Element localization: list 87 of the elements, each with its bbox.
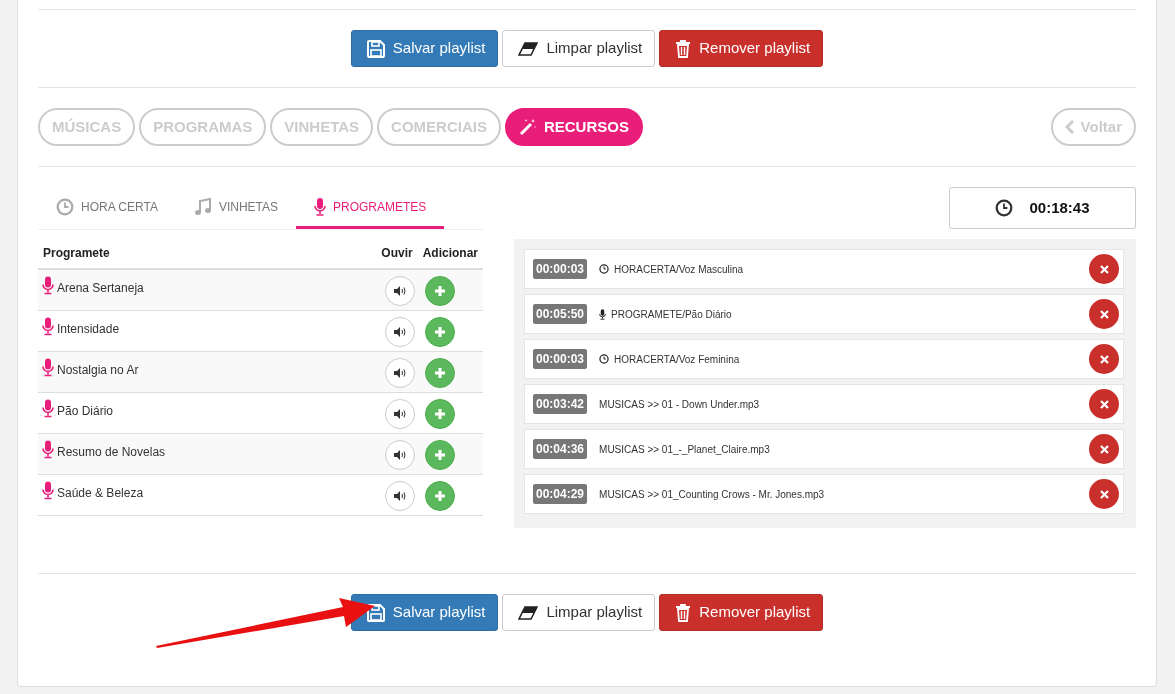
play-sound-button[interactable]: [385, 481, 415, 511]
track-name: HORACERTA/Voz Masculina: [614, 262, 744, 277]
magic-wand-icon: [518, 118, 537, 136]
play-sound-button[interactable]: [385, 440, 415, 470]
clear-playlist-button[interactable]: Limpar playlist: [502, 30, 656, 67]
plus-icon: [434, 490, 446, 502]
play-sound-button[interactable]: [385, 276, 415, 306]
delete-button[interactable]: [1089, 299, 1119, 329]
plus-icon: [434, 449, 446, 461]
remove-playlist-button[interactable]: Remover playlist: [659, 30, 824, 67]
column-header: Adicionar: [422, 245, 478, 262]
duration-badge: 00:00:03: [533, 349, 588, 369]
microphone-icon: [42, 481, 54, 500]
microphone-icon: [599, 308, 607, 320]
track-name: PROGRAMETE/Pão Diário: [611, 307, 732, 322]
add-button[interactable]: [425, 358, 455, 388]
remove-playlist-button[interactable]: Remover playlist: [659, 594, 824, 631]
duration-badge: 00:04:29: [533, 484, 588, 504]
speaker-icon: [394, 409, 406, 419]
speaker-icon: [394, 286, 406, 296]
play-sound-button[interactable]: [385, 399, 415, 429]
add-button[interactable]: [425, 440, 455, 470]
speaker-icon: [394, 368, 406, 378]
table-cell-text: Arena Sertaneja: [57, 280, 145, 297]
plus-icon: [434, 285, 446, 297]
duration-badge: 00:03:42: [533, 394, 588, 414]
speaker-icon: [394, 491, 406, 501]
microphone-icon: [42, 317, 54, 336]
duration-badge: 00:00:03: [533, 259, 588, 279]
clock-icon: [995, 199, 1014, 217]
clear-playlist-button[interactable]: Limpar playlist: [502, 594, 656, 631]
speaker-icon: [394, 327, 406, 337]
delete-button[interactable]: [1089, 434, 1119, 464]
delete-button[interactable]: [1089, 479, 1119, 509]
clock-icon: [599, 264, 610, 274]
clock-icon: [56, 197, 74, 216]
save-playlist-button[interactable]: Salvar playlist: [350, 30, 499, 67]
microphone-icon: [42, 440, 54, 459]
microphone-icon: [42, 399, 54, 418]
play-sound-button[interactable]: [385, 317, 415, 347]
track-name: MUSICAS >> 01_Counting Crows - Mr. Jones.mp3: [599, 487, 825, 502]
microphone-icon: [42, 276, 54, 295]
track-name: MUSICAS >> 01 - Down Under.mp3: [599, 397, 760, 412]
close-icon: [1099, 354, 1109, 364]
add-button[interactable]: [425, 276, 455, 306]
plus-icon: [434, 408, 446, 420]
duration-badge: 00:04:36: [533, 439, 588, 459]
column-header: Ouvir: [381, 245, 413, 262]
close-icon: [1099, 399, 1109, 409]
track-name: MUSICAS >> 01_-_Planet_Claire.mp3: [599, 442, 770, 457]
save-playlist-button[interactable]: Salvar playlist: [350, 594, 499, 631]
plus-icon: [434, 367, 446, 379]
add-button[interactable]: [425, 481, 455, 511]
clock-icon: [599, 354, 610, 364]
sub-tab[interactable]: HORA CERTA: [38, 187, 176, 229]
table-cell-text: Nostalgia no Ar: [57, 362, 140, 379]
track-name: HORACERTA/Voz Feminina: [614, 352, 740, 367]
close-icon: [1099, 264, 1109, 274]
plus-icon: [434, 326, 446, 338]
add-button[interactable]: [425, 317, 455, 347]
column-header: Programete: [43, 245, 111, 262]
microphone-icon: [42, 358, 54, 377]
table-cell-text: Resumo de Novelas: [57, 444, 167, 461]
sub-tab[interactable]: PROGRAMETES: [296, 187, 445, 229]
eraser-icon: [518, 605, 539, 620]
chevron-left-icon: [1064, 120, 1075, 134]
microphone-icon: [314, 197, 327, 216]
table-cell-text: Intensidade: [57, 321, 121, 338]
duration-badge: 00:05:50: [533, 304, 588, 324]
close-icon: [1099, 489, 1109, 499]
total-time: 00:18:43: [1029, 197, 1090, 218]
eraser-icon: [518, 41, 539, 56]
speaker-icon: [394, 450, 406, 460]
close-icon: [1099, 309, 1109, 319]
play-sound-button[interactable]: [385, 358, 415, 388]
sub-tab[interactable]: VINHETAS: [175, 187, 297, 229]
delete-button[interactable]: [1089, 254, 1119, 284]
close-icon: [1099, 444, 1109, 454]
category-tab[interactable]: RECURSOS: [504, 108, 643, 146]
table-cell-text: Pão Diário: [57, 403, 115, 420]
trash-icon: [675, 39, 692, 58]
table-cell-text: Saúde & Beleza: [57, 485, 145, 502]
delete-button[interactable]: [1089, 344, 1119, 374]
music-note-icon: [193, 197, 212, 216]
delete-button[interactable]: [1089, 389, 1119, 419]
trash-icon: [675, 603, 692, 622]
add-button[interactable]: [425, 399, 455, 429]
